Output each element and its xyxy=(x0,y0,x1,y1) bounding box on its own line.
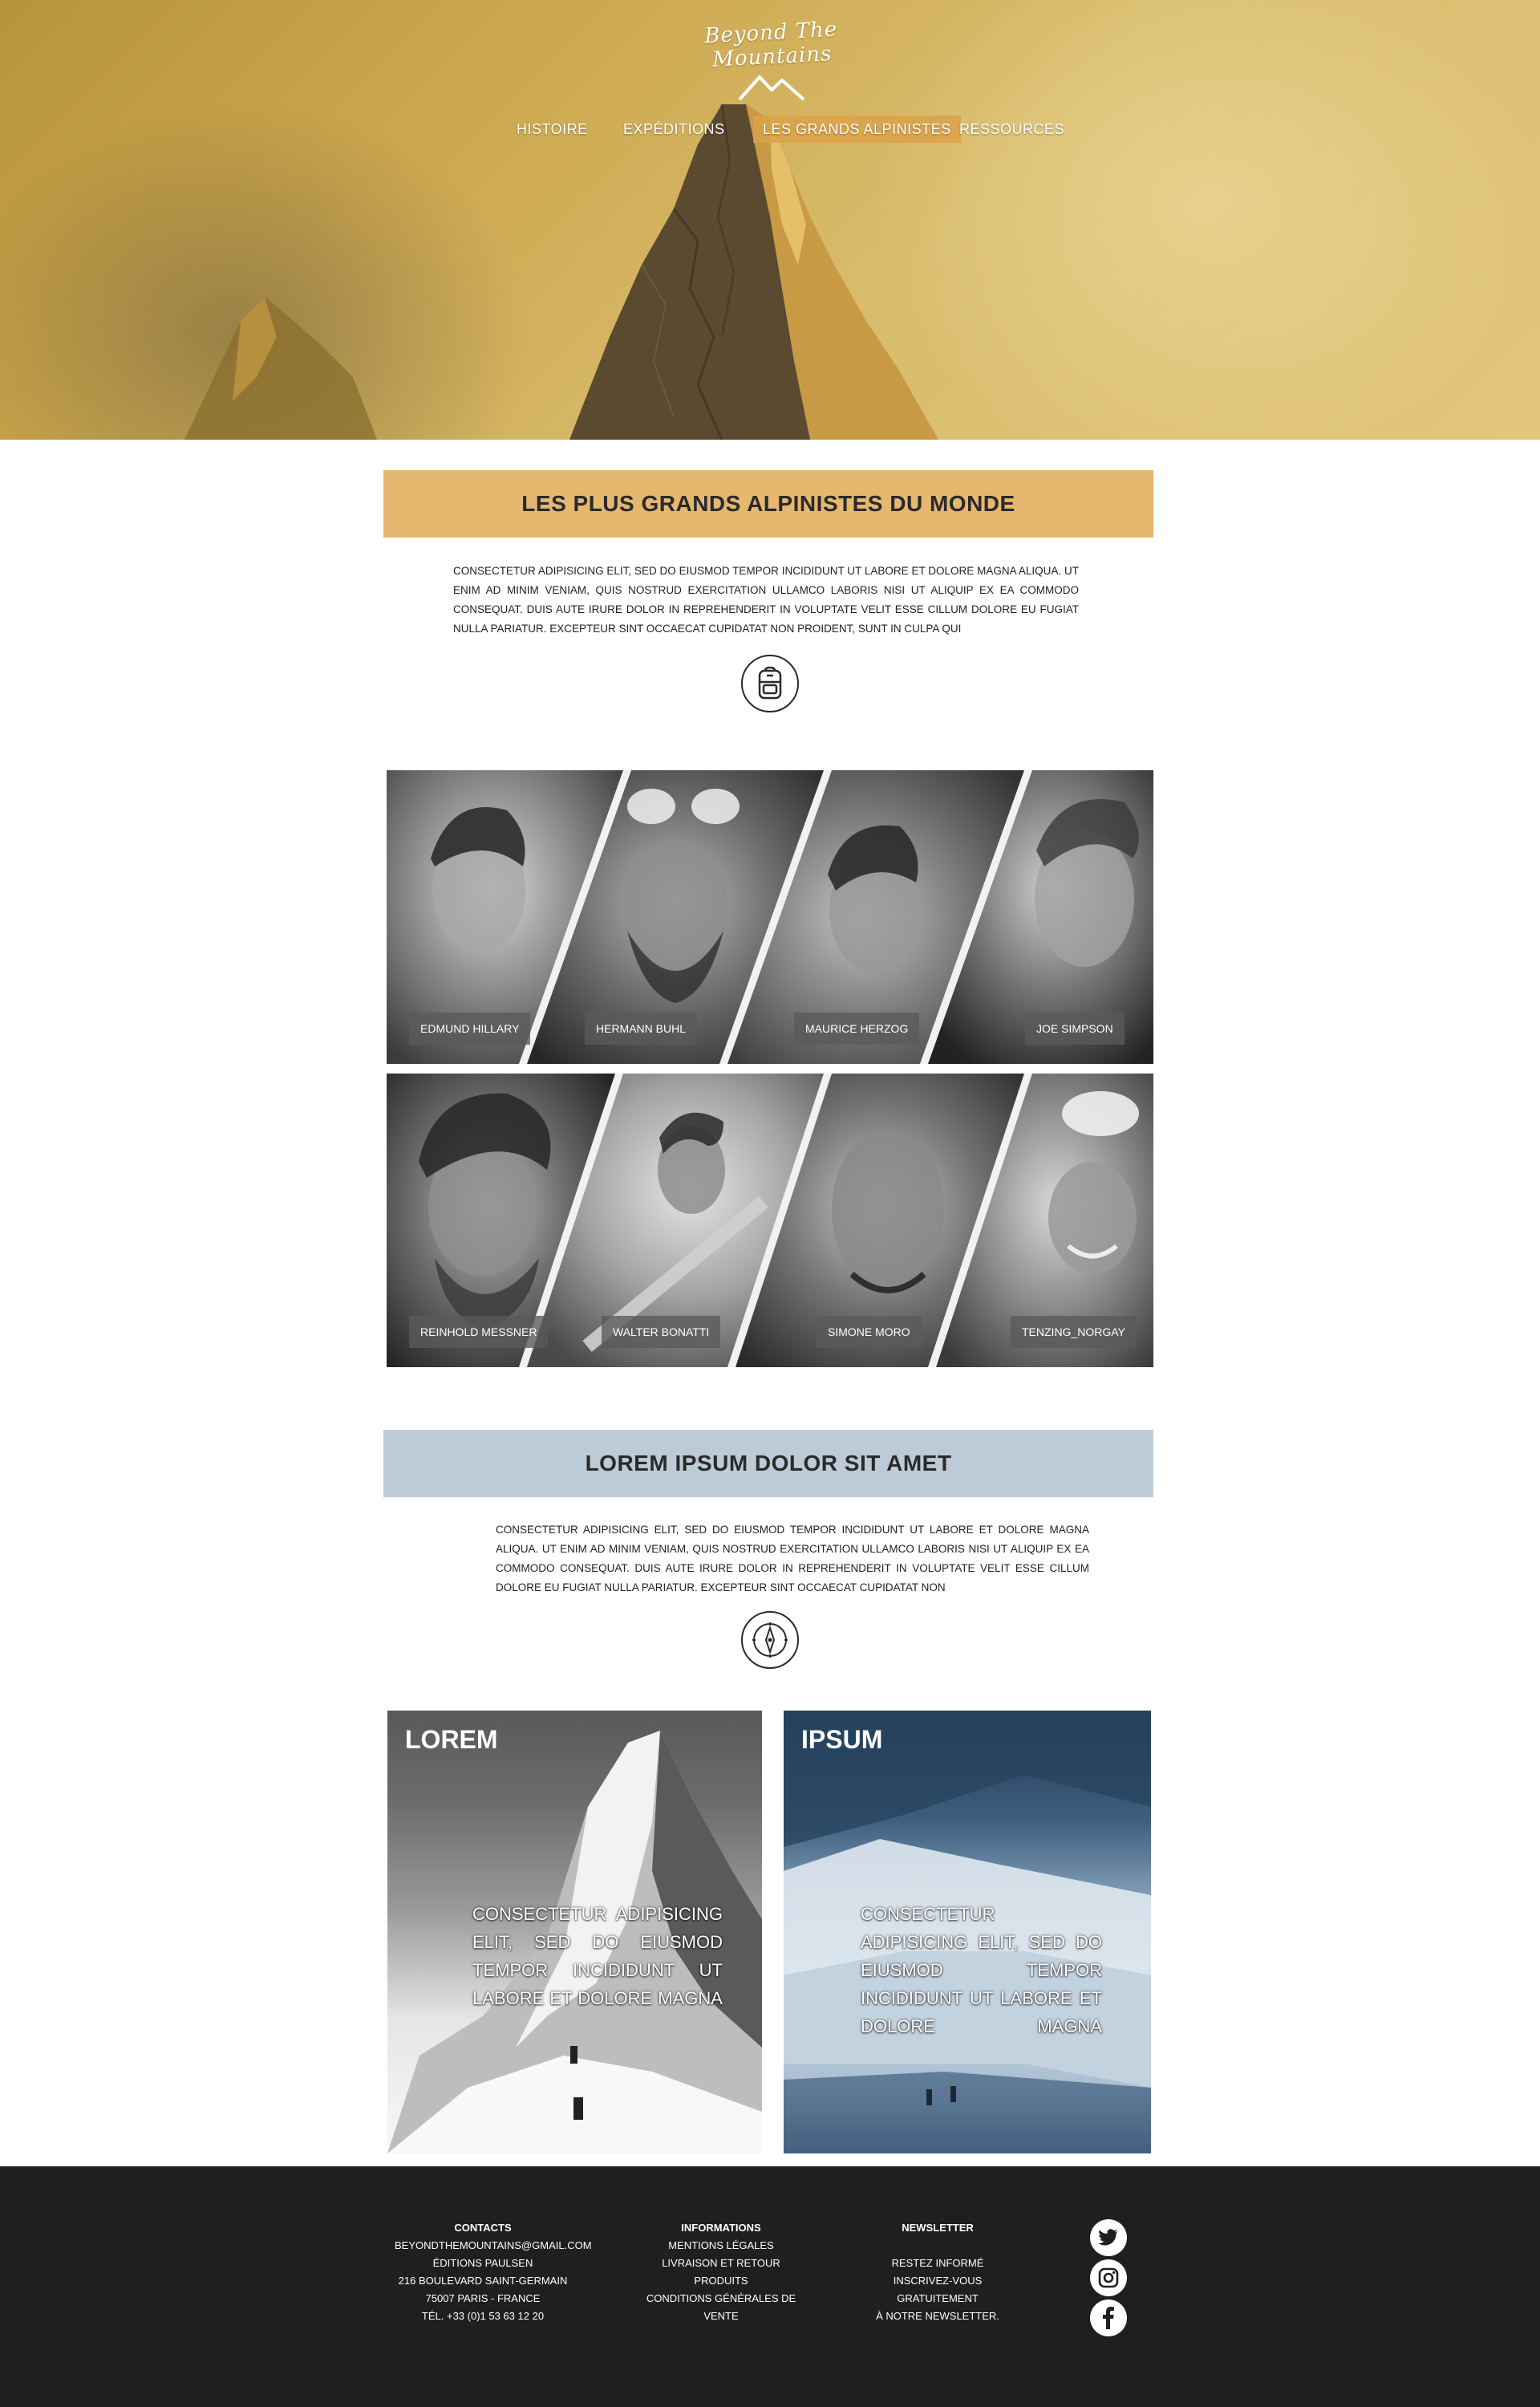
footer-newsletter[interactable]: NEWSLETTER RESTEZ INFORMÉ INSCRIVEZ-VOUS… xyxy=(853,2219,1022,2325)
card-lorem[interactable]: LOREM CONSECTETUR ADIPISICING ELIT, SED … xyxy=(387,1711,762,2153)
card-text: CONSECTETUR ADIPISICING ELIT, SED DO EIU… xyxy=(472,1904,723,2008)
facebook-icon[interactable] xyxy=(1090,2299,1127,2336)
climbers-grid-row-1: EDMUND HILLARY HERMANN BUHL MAURICE HERZ… xyxy=(387,770,1153,1064)
twitter-icon[interactable] xyxy=(1090,2219,1127,2256)
compass-icon xyxy=(741,1611,799,1669)
footer-email-link[interactable]: BEYONDTHEMOUNTAINS@GMAIL.COM xyxy=(395,2237,592,2255)
section-1-text: CONSECTETUR ADIPISICING ELIT, SED DO EIU… xyxy=(453,565,1079,635)
climbers-grid-row-2: REINHOLD MESSNER WALTER BONATTI SIMONE M… xyxy=(387,1074,1153,1367)
climber-tag[interactable]: TENZING_NORGAY xyxy=(1011,1316,1137,1348)
climber-tag[interactable]: JOE SIMPSON xyxy=(1025,1013,1125,1045)
section-2-title: LOREM IPSUM DOLOR SIT AMET xyxy=(585,1451,952,1475)
climber-tag[interactable]: SIMONE MORO xyxy=(817,1316,922,1348)
climber-tag[interactable]: EDMUND HILLARY xyxy=(409,1013,531,1045)
footer-contact-line: TÉL. +33 (0)1 53 63 12 20 xyxy=(421,2310,545,2322)
instagram-icon[interactable] xyxy=(1090,2259,1127,2296)
main-nav: HISTOIRE EXPÉDITIONS LES GRANDS ALPINIST… xyxy=(0,116,1540,143)
footer-contact-line: ÉDITIONS PAULSEN xyxy=(432,2257,533,2269)
footer-newsletter-title: NEWSLETTER xyxy=(902,2222,974,2234)
footer-newsletter-line: À NOTRE NEWSLETTER. xyxy=(876,2310,999,2322)
nav-item-grands-alpinistes[interactable]: LES GRANDS ALPINISTES xyxy=(753,116,961,143)
section-1-title: LES PLUS GRANDS ALPINISTES DU MONDE xyxy=(521,491,1015,516)
section-2-banner: LOREM IPSUM DOLOR SIT AMET xyxy=(383,1430,1153,1497)
footer-link-mentions[interactable]: MENTIONS LÉGALES xyxy=(637,2237,805,2255)
mountain-logo-icon xyxy=(738,75,805,101)
footer-contacts-title: CONTACTS xyxy=(454,2222,512,2234)
footer-contact-line: 216 BOULEVARD SAINT-GERMAIN xyxy=(398,2275,568,2287)
climber-tag[interactable]: WALTER BONATTI xyxy=(602,1316,721,1348)
nav-item-ressources[interactable]: RESSOURCES xyxy=(959,116,1064,143)
site-logo[interactable]: Beyond The Mountains xyxy=(691,11,852,101)
climber-tag[interactable]: HERMANN BUHL xyxy=(585,1013,698,1045)
site-footer: CONTACTS BEYONDTHEMOUNTAINS@GMAIL.COM ÉD… xyxy=(0,2166,1540,2407)
climber-tag[interactable]: MAURICE HERZOG xyxy=(794,1013,920,1045)
climber-tag[interactable]: REINHOLD MESSNER xyxy=(409,1316,549,1348)
footer-newsletter-line: INSCRIVEZ-VOUS GRATUITEMENT xyxy=(893,2275,983,2304)
footer-link-conditions[interactable]: CONDITIONS GÉNÉRALES DE VENTE xyxy=(637,2290,805,2325)
card-title: IPSUM xyxy=(801,1725,883,1754)
footer-link-livraison[interactable]: LIVRAISON ET RETOUR PRODUITS xyxy=(637,2255,805,2290)
card-text: CONSECTETUR ADIPISICING ELIT, SED DO EIU… xyxy=(861,1904,1102,2036)
section-1-banner: LES PLUS GRANDS ALPINISTES DU MONDE xyxy=(383,470,1153,538)
footer-informations-title: INFORMATIONS xyxy=(681,2222,761,2234)
footer-contact-line: 75007 PARIS - FRANCE xyxy=(425,2292,541,2304)
card-ipsum[interactable]: IPSUM CONSECTETUR ADIPISICING ELIT, SED … xyxy=(784,1711,1151,2153)
hero-banner: Beyond The Mountains HISTOIRE EXPÉDITION… xyxy=(0,0,1540,440)
footer-contacts: CONTACTS BEYONDTHEMOUNTAINS@GMAIL.COM ÉD… xyxy=(395,2219,592,2325)
backpack-icon xyxy=(741,655,799,712)
card-title: LOREM xyxy=(405,1725,498,1754)
section-2-text: CONSECTETUR ADIPISICING ELIT, SED DO EIU… xyxy=(496,1524,1089,1593)
logo-text: Beyond The Mountains xyxy=(703,17,838,72)
nav-item-histoire[interactable]: HISTOIRE xyxy=(517,116,588,143)
nav-item-expeditions[interactable]: EXPÉDITIONS xyxy=(623,116,725,143)
footer-newsletter-line: RESTEZ INFORMÉ xyxy=(891,2257,984,2269)
footer-informations: INFORMATIONS MENTIONS LÉGALES LIVRAISON … xyxy=(637,2219,805,2325)
